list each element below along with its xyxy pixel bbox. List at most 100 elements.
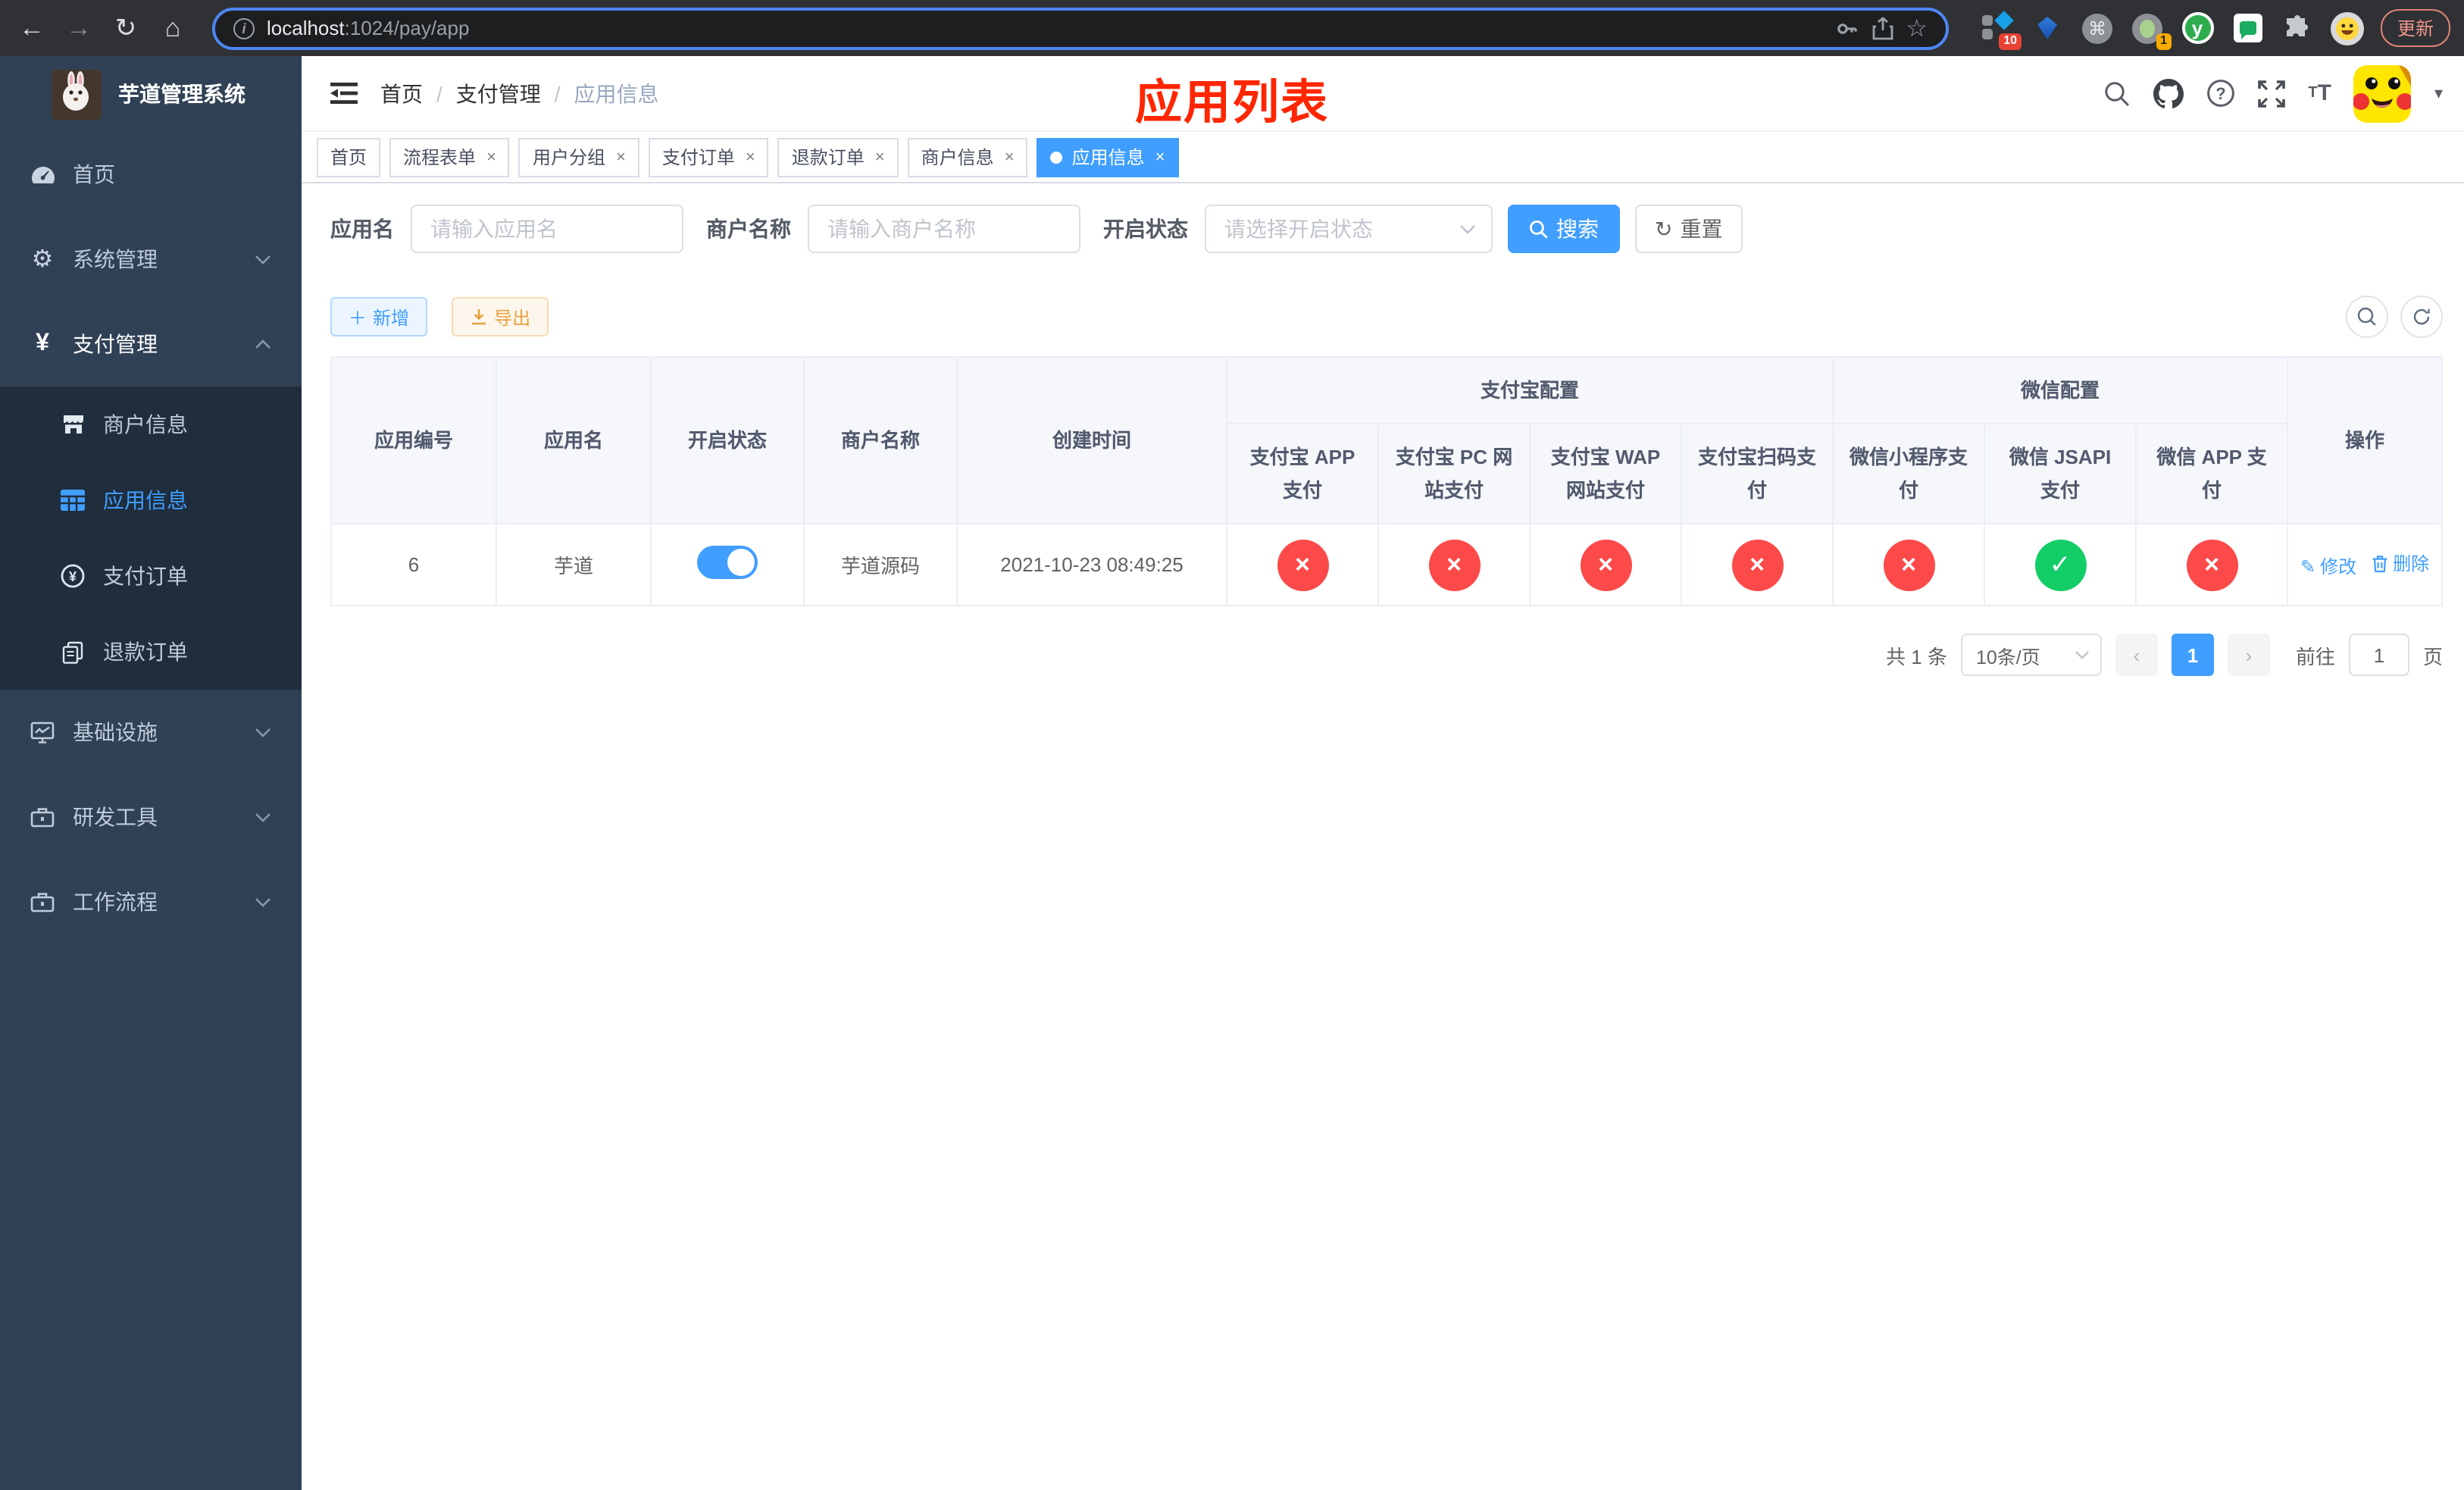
sidebar-item-merchant-info[interactable]: 商户信息 [0,387,302,462]
bookmark-star-icon[interactable]: ☆ [1906,13,1928,43]
store-icon [58,414,88,435]
sidebar-item-payment[interactable]: ¥ 支付管理 [0,302,302,387]
show-search-button[interactable] [2346,296,2388,338]
profile-emoji-avatar[interactable] [2331,11,2364,45]
github-icon[interactable] [2153,78,2184,108]
close-icon[interactable]: × [486,148,496,166]
sidebar-item-workflow[interactable]: 工作流程 [0,859,302,944]
total-count: 共 1 条 [1886,645,1947,668]
reset-button[interactable]: ↻ 重置 [1635,205,1743,253]
refresh-button[interactable] [2400,296,2443,338]
tag-pay-orders[interactable]: 支付订单 × [648,137,769,177]
sidebar-item-system[interactable]: ⚙ 系统管理 [0,217,302,302]
current-page[interactable]: 1 [2171,634,2214,676]
extension-recorder-icon[interactable]: 1 [2131,11,2172,49]
chevron-down-icon [2075,651,2089,659]
document-copy-icon [58,640,88,663]
password-key-icon[interactable] [1834,16,1859,40]
app-logo[interactable]: 芋道管理系统 [0,56,302,132]
export-button[interactable]: 导出 [452,297,549,337]
close-icon[interactable]: × [616,148,626,166]
reload-button[interactable]: ↻ [109,11,142,45]
home-button[interactable]: ⌂ [156,11,189,45]
sidebar-item-infrastructure[interactable]: 基础设施 [0,690,302,775]
sidebar-item-label: 基础设施 [73,720,158,744]
address-bar[interactable]: i localhost:1024/pay/app ☆ [212,7,1949,49]
sidebar-item-label: 支付订单 [103,564,188,588]
app-title: 芋道管理系统 [118,82,245,106]
extension-y-icon[interactable]: y [2181,11,2214,45]
chevron-down-icon [255,812,271,822]
col-alipay-app: 支付宝 APP 支付 [1226,423,1379,524]
next-page-button[interactable]: › [2227,634,2270,676]
font-size-icon[interactable]: TT [2308,80,2331,106]
pay-config-cell: × [1680,523,1834,606]
chevron-down-icon [255,897,271,907]
goto-page-input[interactable] [2348,634,2409,676]
chevron-down-icon [1460,224,1475,233]
disabled-cross-icon: × [1580,539,1631,590]
extension-command-icon[interactable]: ⌘ [2081,11,2114,45]
sidebar-item-pay-orders[interactable]: ¥ 支付订单 [0,538,302,614]
app-name-input[interactable] [411,205,683,253]
forward-button[interactable]: → [62,11,95,45]
top-navbar: 首页 / 支付管理 / 应用信息 ? T T ▾ [302,56,2464,132]
breadcrumb-home[interactable]: 首页 [380,78,423,108]
svg-text:?: ? [2216,84,2226,103]
share-icon[interactable] [1871,16,1893,40]
site-info-icon[interactable]: i [233,17,255,39]
sidebar-item-refund-orders[interactable]: 退款订单 [0,614,302,690]
sidebar-item-home[interactable]: 首页 [0,132,302,217]
sidebar-item-app-info[interactable]: 应用信息 [0,462,302,538]
close-icon[interactable]: × [1155,148,1165,166]
col-actions: 操作 [2287,356,2444,524]
back-button[interactable]: ← [15,11,48,45]
screen: ← → ↻ ⌂ i localhost:1024/pay/app ☆ 10 ⌘ … [0,0,2464,1490]
tag-merchant-info[interactable]: 商户信息 × [907,137,1028,177]
help-icon[interactable]: ? [2206,79,2235,108]
delete-link[interactable]: 删除 [2372,550,2429,576]
tag-user-group[interactable]: 用户分组 × [518,137,639,177]
status-select[interactable]: 请选择开启状态 [1205,205,1493,253]
cell-merchant: 芋道源码 [803,523,958,606]
tag-home[interactable]: 首页 [317,137,381,177]
pay-config-cell: ✓ [1984,523,2137,606]
close-icon[interactable]: × [746,148,755,166]
gear-icon: ⚙ [31,247,54,273]
merchant-name-label: 商户名称 [706,217,791,241]
prev-page-button[interactable]: ‹ [2115,634,2158,676]
add-button[interactable]: ＋ 新增 [330,297,428,337]
sidebar-collapse-icon[interactable] [317,66,371,121]
extension-chat-icon[interactable] [2231,11,2264,45]
user-avatar[interactable] [2353,64,2412,122]
extension-tab-manager-icon[interactable]: 10 [1981,10,2022,49]
search-icon[interactable] [2103,80,2131,107]
monitor-chart-icon [26,721,59,743]
rabbit-logo-icon [52,69,102,119]
col-alipay-qr: 支付宝扫码支付 [1680,423,1834,524]
search-button[interactable]: 搜索 [1508,205,1620,253]
edit-link[interactable]: ✎ 修改 [2300,553,2356,579]
page-size-select[interactable]: 10条/页 [1960,634,2102,676]
breadcrumb-payment[interactable]: 支付管理 [456,78,541,108]
fullscreen-icon[interactable] [2258,80,2286,107]
tag-refund-orders[interactable]: 退款订单 × [777,137,899,177]
avatar-caret-icon[interactable]: ▾ [2434,83,2443,103]
tag-app-info[interactable]: 应用信息 × [1037,137,1179,177]
close-icon[interactable]: × [875,148,885,166]
enabled-toggle[interactable] [697,546,758,579]
tag-process-form[interactable]: 流程表单 × [389,137,510,177]
refresh-icon: ↻ [1655,216,1673,240]
col-wechat-mini: 微信小程序支付 [1832,423,1986,524]
browser-update-button[interactable]: 更新 [2381,9,2451,47]
navbar-tools: ? TT ▾ [2103,64,2443,122]
pay-config-cell: × [2135,523,2289,606]
extension-gem-icon[interactable] [2031,11,2064,45]
close-icon[interactable]: × [1005,148,1015,166]
pay-config-cell: × [1226,523,1379,606]
extensions-puzzle-icon[interactable] [2281,11,2314,45]
sidebar-item-dev-tools[interactable]: 研发工具 [0,775,302,859]
merchant-name-input[interactable] [808,205,1080,253]
pay-config-cell: × [1529,523,1682,606]
pagination: 共 1 条 10条/页 ‹ 1 › 前往 页 [330,634,2443,676]
